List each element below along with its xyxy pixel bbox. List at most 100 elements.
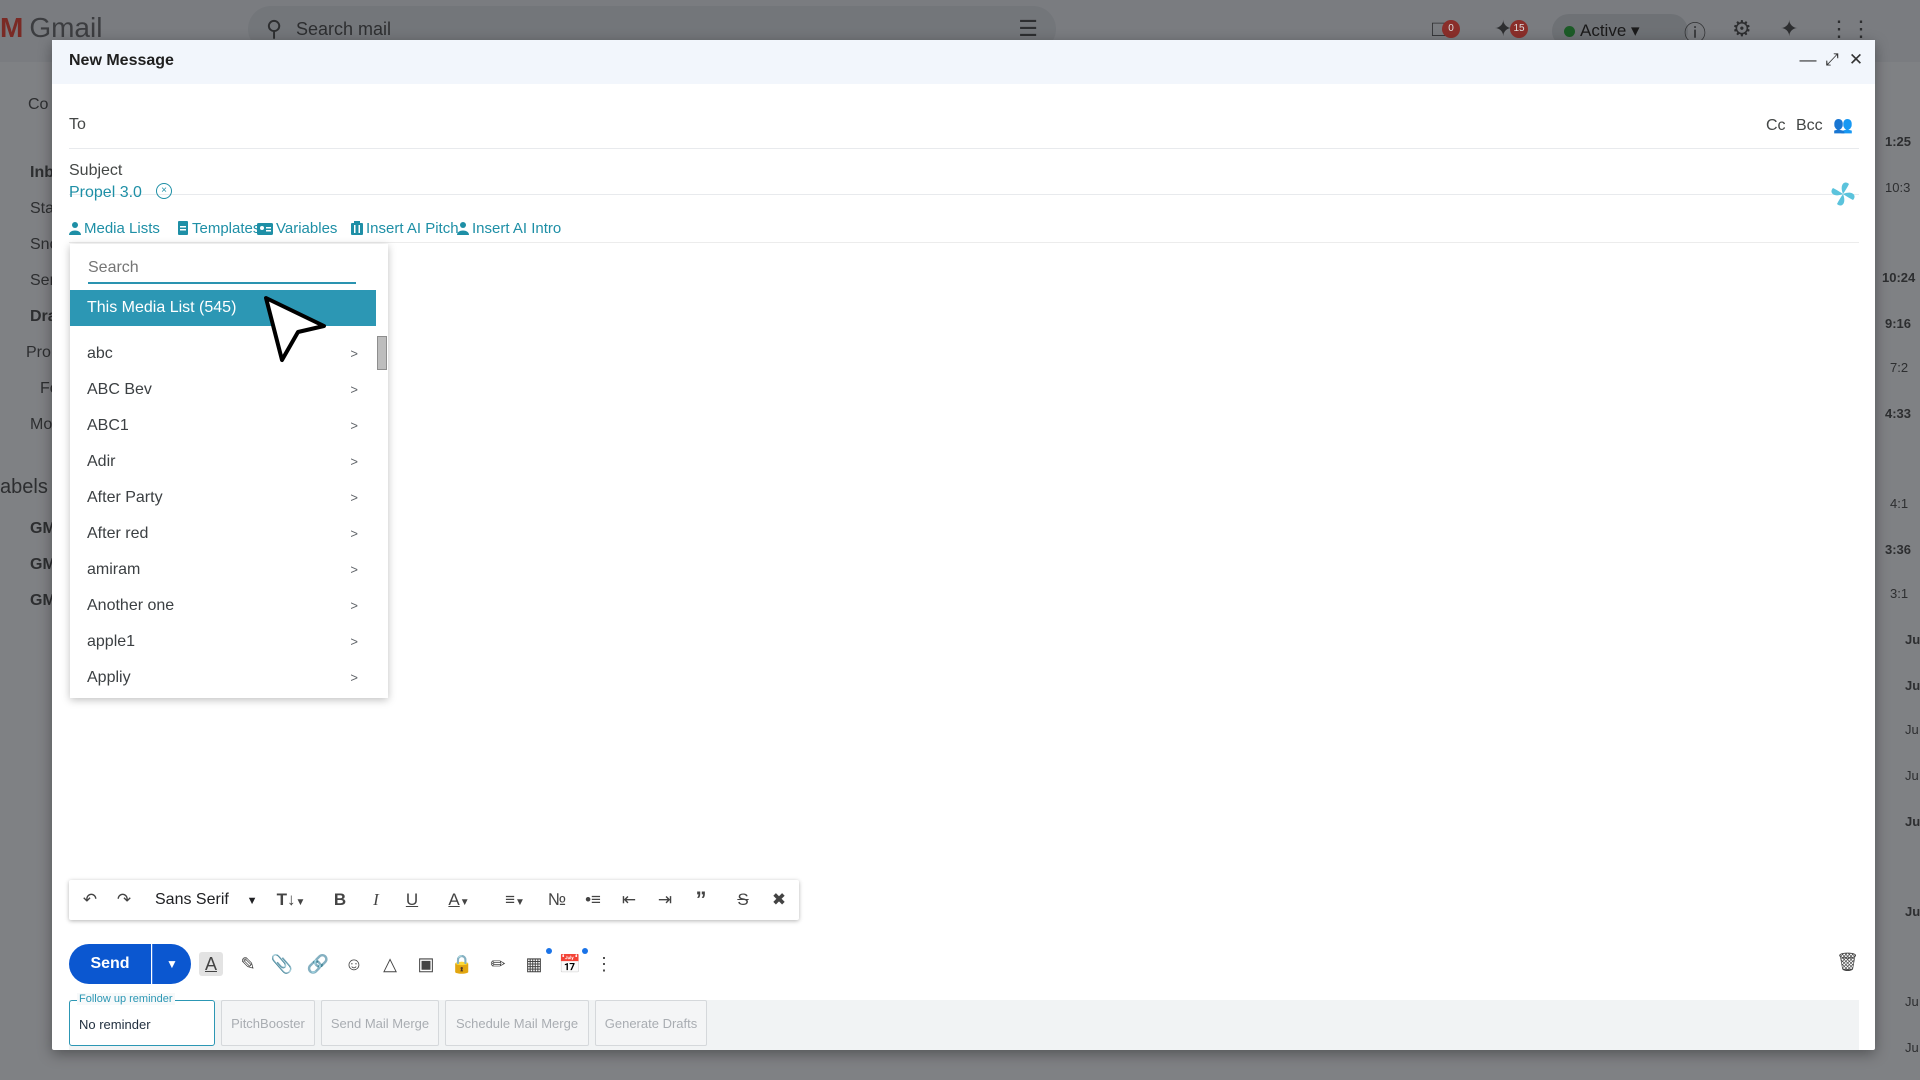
chevron-down-icon: ▼ xyxy=(246,895,258,907)
remove-formatting-icon[interactable]: ✖ xyxy=(767,888,791,912)
formatting-toolbar: ↶ ↷ Sans Serif ▼ T↓▼ B I U A▼ ≡▼ № •≡ ⇤ … xyxy=(69,880,799,920)
bold-icon[interactable]: B xyxy=(329,888,351,912)
search-options-icon[interactable]: ☰ xyxy=(1018,16,1038,42)
list-item[interactable]: After red > xyxy=(70,516,376,552)
close-icon[interactable]: ✕ xyxy=(1845,48,1867,72)
follow-up-reminder-select[interactable]: Follow up reminder No reminder xyxy=(69,993,215,1046)
list-item-label: abc xyxy=(87,345,113,362)
list-item[interactable]: Appliy > xyxy=(70,660,376,696)
list-item[interactable]: apple1 > xyxy=(70,624,376,660)
list-item[interactable]: ABC1 > xyxy=(70,408,376,444)
propel-fan-logo-icon xyxy=(1831,182,1855,206)
sidebar-starred[interactable]: Sta xyxy=(30,200,54,218)
compose-header[interactable]: New Message ― ⤢ ✕ xyxy=(52,40,1875,84)
underline-icon[interactable]: U xyxy=(401,888,423,912)
status-label: Active xyxy=(1580,21,1627,40)
mail-time: Ju xyxy=(1905,632,1920,647)
undo-icon[interactable]: ↶ xyxy=(79,888,101,912)
chevron-right-icon: > xyxy=(350,382,358,397)
list-item[interactable]: Another one > xyxy=(70,588,376,624)
propel-version-label: Propel 3.0 xyxy=(69,184,142,201)
sidebar-propel[interactable]: Pro xyxy=(26,344,51,362)
mail-time: 1:25 xyxy=(1885,134,1912,149)
expand-icon[interactable]: ⤢ xyxy=(1821,48,1843,72)
templates-button[interactable]: Templates xyxy=(177,220,260,237)
variables-button[interactable]: Variables xyxy=(257,220,337,237)
insert-ai-pitch-button[interactable]: Insert AI Pitch xyxy=(351,220,459,237)
to-field[interactable]: To Cc Bcc 👥 xyxy=(69,102,1859,149)
indent-less-icon[interactable]: ⇤ xyxy=(617,888,641,912)
attach-file-icon[interactable]: 📎 xyxy=(270,952,294,976)
propel-close-icon[interactable]: × xyxy=(156,183,172,199)
confidential-mode-icon[interactable]: 🔒 xyxy=(450,952,474,976)
font-family-select[interactable]: Sans Serif ▼ xyxy=(155,888,257,913)
mail-time: 10:3 xyxy=(1885,180,1911,195)
font-size-icon[interactable]: T↓▼ xyxy=(271,888,311,912)
schedule-calendar-icon[interactable]: 📅 xyxy=(558,952,582,976)
sidebar-more[interactable]: Mo xyxy=(30,416,52,434)
list-item[interactable]: Adir > xyxy=(70,444,376,480)
cc-button[interactable]: Cc xyxy=(1766,117,1786,134)
indent-more-icon[interactable]: ⇥ xyxy=(653,888,677,912)
add-recipients-icon[interactable]: 👥 xyxy=(1833,117,1853,134)
send-mail-merge-button[interactable]: Send Mail Merge xyxy=(321,1000,439,1046)
this-media-list-option[interactable]: This Media List (545) xyxy=(70,290,376,326)
compose-fragment: Co xyxy=(28,96,49,113)
text-color-icon[interactable]: A▼ xyxy=(439,888,479,912)
media-lists-button[interactable]: Media Lists xyxy=(69,220,160,237)
send-options-chevron-icon[interactable]: ▼ xyxy=(152,944,191,984)
bulleted-list-icon[interactable]: •≡ xyxy=(581,888,605,912)
chevron-right-icon: > xyxy=(350,454,358,469)
mail-time: 4:1 xyxy=(1890,496,1909,511)
document-icon xyxy=(178,221,188,235)
mail-time: Ju xyxy=(1905,994,1919,1009)
list-item[interactable]: abc > xyxy=(70,336,376,372)
redo-icon[interactable]: ↷ xyxy=(113,888,135,912)
dropdown-scrollbar-thumb[interactable] xyxy=(377,336,387,370)
bcc-button[interactable]: Bcc xyxy=(1796,117,1823,134)
apps-grid-icon[interactable]: ⋮⋮ xyxy=(1828,16,1872,42)
strikethrough-icon[interactable]: S xyxy=(731,888,755,912)
send-button[interactable]: Send xyxy=(69,944,151,984)
list-item[interactable]: After Party > xyxy=(70,480,376,516)
subject-field[interactable]: Subject xyxy=(69,148,1859,195)
gmail-m-icon: M xyxy=(0,12,24,43)
insert-link-icon[interactable]: 🔗 xyxy=(306,952,330,976)
align-icon[interactable]: ≡▼ xyxy=(495,888,535,912)
settings-gear-icon[interactable]: ⚙ xyxy=(1732,16,1752,42)
drive-icon[interactable]: △ xyxy=(378,952,402,976)
insert-ai-intro-label: Insert AI Intro xyxy=(472,220,562,237)
gemini-sparkle-icon[interactable]: ✦ xyxy=(1780,16,1798,42)
formatting-options-icon[interactable]: A xyxy=(199,952,223,976)
discard-draft-trash-icon[interactable]: 🗑 xyxy=(1836,952,1859,973)
subject-placeholder: Subject xyxy=(69,162,123,179)
list-item-label: After Party xyxy=(87,489,163,506)
layouts-icon[interactable]: ▦ xyxy=(522,952,546,976)
list-item-label: ABC Bev xyxy=(87,381,152,398)
magic-pen-icon[interactable]: ✎ xyxy=(236,952,260,976)
insert-ai-intro-button[interactable]: Insert AI Intro xyxy=(457,220,561,237)
emoji-icon[interactable]: ☺ xyxy=(342,952,366,976)
sidebar-inbox[interactable]: Inb xyxy=(30,164,54,182)
quote-icon[interactable]: ” xyxy=(689,888,713,912)
mail-time: Ju xyxy=(1905,678,1920,693)
insert-photo-icon[interactable]: ▣ xyxy=(414,952,438,976)
numbered-list-icon[interactable]: № xyxy=(545,888,569,912)
status-dot-icon xyxy=(1564,26,1575,37)
list-item[interactable]: amiram > xyxy=(70,552,376,588)
list-item-label: ABC1 xyxy=(87,417,129,434)
schedule-mail-merge-button[interactable]: Schedule Mail Merge xyxy=(445,1000,589,1046)
more-options-icon[interactable]: ⋮ xyxy=(592,952,616,976)
list-item[interactable]: ABC Bev > xyxy=(70,372,376,408)
media-list-search-input[interactable] xyxy=(88,254,356,284)
chevron-right-icon: > xyxy=(350,346,358,361)
pitchbooster-button[interactable]: PitchBooster xyxy=(221,1000,315,1046)
mail-time: 7:2 xyxy=(1890,360,1909,375)
list-item-label: Appliy xyxy=(87,669,131,686)
minimize-icon[interactable]: ― xyxy=(1797,48,1819,72)
signature-icon[interactable]: ✏ xyxy=(486,952,510,976)
media-list-items: abc > ABC Bev > ABC1 > Adir > After Party > A… xyxy=(70,336,376,696)
chevron-right-icon: > xyxy=(350,562,358,577)
italic-icon[interactable]: I xyxy=(365,888,387,912)
generate-drafts-button[interactable]: Generate Drafts xyxy=(595,1000,707,1046)
